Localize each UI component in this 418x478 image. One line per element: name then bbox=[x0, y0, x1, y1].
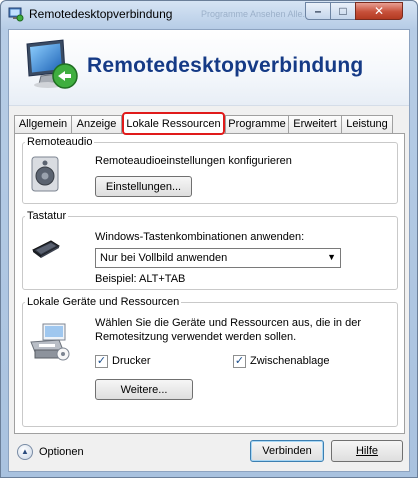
group-lokale-geraete-legend: Lokale Geräte und Ressourcen bbox=[27, 296, 180, 308]
tastatur-description: Windows-Tastenkombinationen anwenden: bbox=[95, 231, 305, 243]
tab-leistung[interactable]: Leistung bbox=[341, 115, 393, 133]
monitor-remote-icon bbox=[26, 39, 78, 89]
keyboard-icon bbox=[32, 240, 60, 258]
tab-lokale-ressourcen[interactable]: Lokale Ressourcen bbox=[122, 112, 225, 135]
drucker-checkbox[interactable]: ✓ bbox=[95, 355, 108, 368]
group-lokale-geraete: Lokale Geräte und Ressourcen bbox=[22, 296, 398, 427]
group-tastatur-legend: Tastatur bbox=[27, 210, 67, 222]
group-remoteaudio-legend: Remoteaudio bbox=[27, 136, 93, 148]
tab-panel-lokale-ressourcen: Remoteaudio Remoteaudioeinstellungen kon… bbox=[14, 133, 405, 434]
close-icon: ✕ bbox=[373, 4, 385, 18]
remote-desktop-icon bbox=[8, 7, 24, 22]
banner: Remotedesktopverbindung bbox=[9, 30, 409, 106]
close-button[interactable]: ✕ bbox=[355, 2, 403, 20]
devices-icon bbox=[30, 323, 70, 361]
maximize-button[interactable]: □ bbox=[330, 2, 356, 20]
remoteaudio-description: Remoteaudioeinstellungen konfigurieren bbox=[95, 155, 292, 167]
group-remoteaudio: Remoteaudio bbox=[22, 136, 398, 204]
minimize-button[interactable]: – bbox=[305, 2, 331, 20]
tab-anzeige[interactable]: Anzeige bbox=[71, 115, 122, 133]
banner-title: Remotedesktopverbindung bbox=[87, 54, 364, 77]
lokale-geraete-description-2: Remotesitzung verwendet werden sollen. bbox=[95, 331, 297, 343]
options-toggle[interactable]: ▲ Optionen bbox=[17, 444, 117, 462]
zwischenablage-checkbox[interactable]: ✓ bbox=[233, 355, 246, 368]
minimize-icon: – bbox=[314, 4, 322, 18]
maximize-icon: □ bbox=[339, 4, 347, 18]
drucker-label: Drucker bbox=[112, 355, 151, 367]
title-bar[interactable]: Remotedesktopverbindung Programme Ansehe… bbox=[1, 1, 417, 29]
keyboard-shortcuts-select-value: Nur bei Vollbild anwenden bbox=[100, 252, 228, 264]
audio-settings-button[interactable]: Einstellungen... bbox=[95, 176, 192, 197]
keyboard-shortcuts-select[interactable]: Nur bei Vollbild anwenden ▼ bbox=[95, 248, 341, 268]
speaker-icon bbox=[31, 156, 59, 192]
dialog-client: Remotedesktopverbindung Allgemein Anzeig… bbox=[8, 29, 410, 472]
tab-erweitert[interactable]: Erweitert bbox=[288, 115, 342, 133]
help-button[interactable]: Hilfe bbox=[331, 440, 403, 462]
tastatur-example: Beispiel: ALT+TAB bbox=[95, 273, 186, 285]
tab-strip: Allgemein Anzeige Lokale Ressourcen Prog… bbox=[14, 112, 406, 135]
options-label: Optionen bbox=[39, 446, 84, 458]
chevron-down-icon: ▼ bbox=[327, 252, 336, 262]
lokale-geraete-description-1: Wählen Sie die Geräte und Ressourcen aus… bbox=[95, 317, 361, 329]
background-window-text: Programme Ansehen Alle... bbox=[201, 9, 311, 19]
zwischenablage-label: Zwischenablage bbox=[250, 355, 330, 367]
tab-allgemein[interactable]: Allgemein bbox=[14, 115, 72, 133]
more-devices-button[interactable]: Weitere... bbox=[95, 379, 193, 400]
rdp-window: Remotedesktopverbindung Programme Ansehe… bbox=[0, 0, 418, 478]
connect-button[interactable]: Verbinden bbox=[250, 440, 324, 462]
window-title: Remotedesktopverbindung bbox=[29, 7, 173, 21]
tab-programme[interactable]: Programme bbox=[225, 115, 289, 133]
chevron-up-icon: ▲ bbox=[17, 444, 33, 460]
